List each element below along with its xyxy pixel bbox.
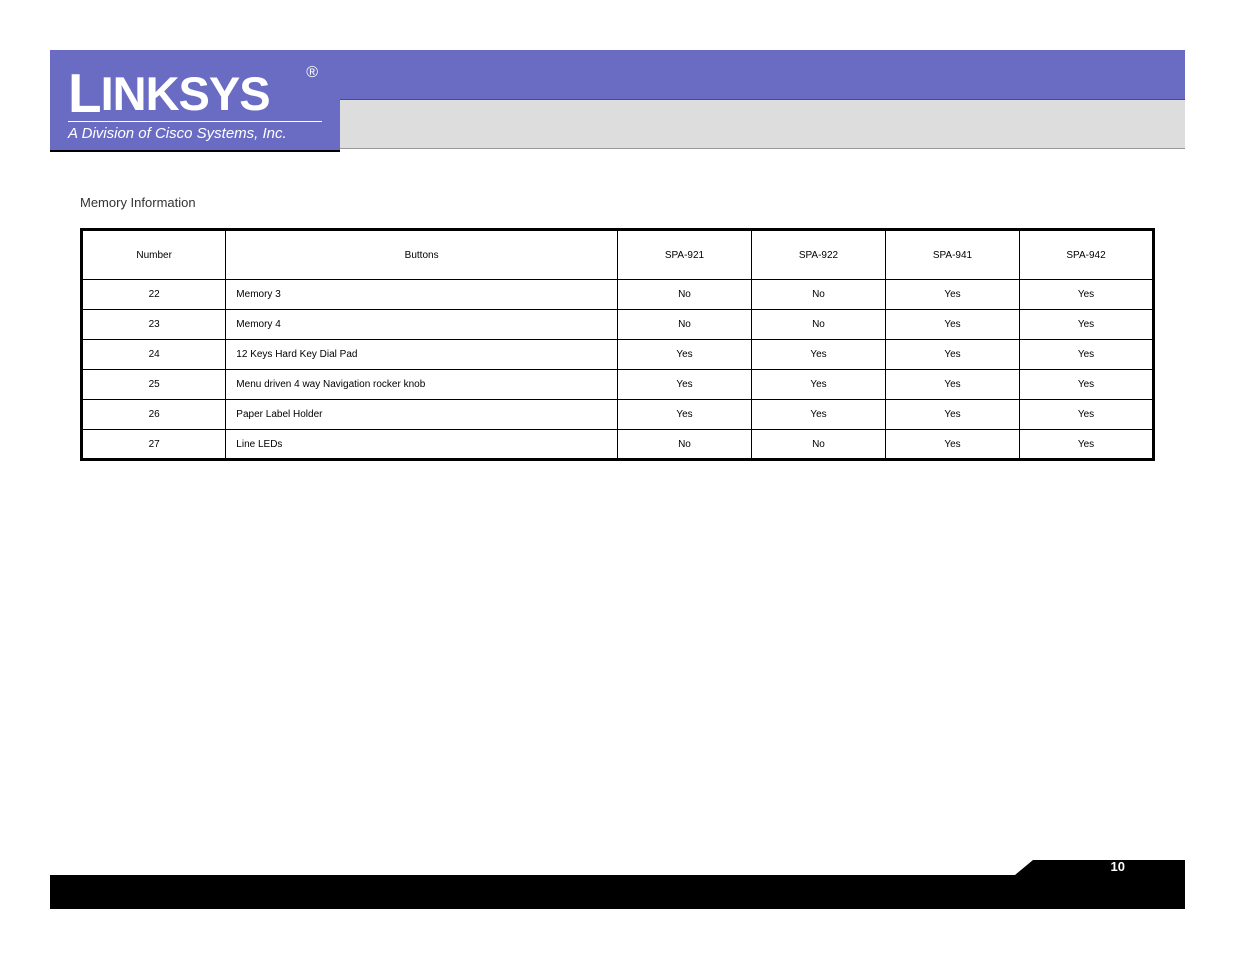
- header-gray-bar: [340, 100, 1185, 149]
- cell-spa921: Yes: [617, 340, 751, 370]
- cell-spa922: No: [751, 430, 885, 460]
- header-number: Number: [82, 230, 226, 280]
- cell-spa941: Yes: [885, 340, 1019, 370]
- registered-mark: ®: [306, 64, 318, 82]
- section-title: Memory Information: [80, 195, 1155, 210]
- cell-spa922: Yes: [751, 400, 885, 430]
- header-spa941: SPA-941: [885, 230, 1019, 280]
- logo-block: LINKSYS ® A Division of Cisco Systems, I…: [50, 50, 340, 150]
- cell-number: 23: [82, 310, 226, 340]
- cell-number: 24: [82, 340, 226, 370]
- cell-label: Line LEDs: [226, 430, 618, 460]
- cell-spa921: No: [617, 280, 751, 310]
- cell-spa942: Yes: [1019, 400, 1153, 430]
- cell-label: Menu driven 4 way Navigation rocker knob: [226, 370, 618, 400]
- cell-spa922: Yes: [751, 370, 885, 400]
- cell-spa922: Yes: [751, 340, 885, 370]
- cell-spa922: No: [751, 280, 885, 310]
- cell-number: 27: [82, 430, 226, 460]
- cell-spa941: Yes: [885, 280, 1019, 310]
- cell-number: 22: [82, 280, 226, 310]
- cell-label: Paper Label Holder: [226, 400, 618, 430]
- cell-spa942: Yes: [1019, 340, 1153, 370]
- table-row: 26 Paper Label Holder Yes Yes Yes Yes: [82, 400, 1154, 430]
- cell-spa941: Yes: [885, 370, 1019, 400]
- cell-number: 25: [82, 370, 226, 400]
- header-spa922: SPA-922: [751, 230, 885, 280]
- footer-bar: [50, 875, 1185, 909]
- cell-spa942: Yes: [1019, 280, 1153, 310]
- cell-spa941: Yes: [885, 430, 1019, 460]
- cell-spa941: Yes: [885, 400, 1019, 430]
- cell-label: 12 Keys Hard Key Dial Pad: [226, 340, 618, 370]
- footer-notch: 10: [1015, 860, 1185, 875]
- table-header-row: Number Buttons SPA-921 SPA-922 SPA-941 S…: [82, 230, 1154, 280]
- document-header: LINKSYS ® A Division of Cisco Systems, I…: [50, 50, 1185, 150]
- cell-label: Memory 3: [226, 280, 618, 310]
- table-row: 25 Menu driven 4 way Navigation rocker k…: [82, 370, 1154, 400]
- cell-spa942: Yes: [1019, 430, 1153, 460]
- page-number: 10: [1111, 859, 1125, 874]
- cell-label: Memory 4: [226, 310, 618, 340]
- cell-number: 26: [82, 400, 226, 430]
- cell-spa942: Yes: [1019, 310, 1153, 340]
- cell-spa922: No: [751, 310, 885, 340]
- cell-spa921: No: [617, 310, 751, 340]
- header-spa942: SPA-942: [1019, 230, 1153, 280]
- logo-divider: [68, 121, 322, 122]
- table-row: 27 Line LEDs No No Yes Yes: [82, 430, 1154, 460]
- header-spa921: SPA-921: [617, 230, 751, 280]
- table-row: 24 12 Keys Hard Key Dial Pad Yes Yes Yes…: [82, 340, 1154, 370]
- cell-spa921: Yes: [617, 370, 751, 400]
- header-right: [340, 50, 1185, 150]
- memory-info-table: Number Buttons SPA-921 SPA-922 SPA-941 S…: [80, 228, 1155, 461]
- table-row: 23 Memory 4 No No Yes Yes: [82, 310, 1154, 340]
- cell-spa921: No: [617, 430, 751, 460]
- footer: 10: [50, 875, 1185, 909]
- header-purple-bar: [340, 50, 1185, 100]
- table-row: 22 Memory 3 No No Yes Yes: [82, 280, 1154, 310]
- cell-spa942: Yes: [1019, 370, 1153, 400]
- logo-brand: LINKSYS: [68, 64, 322, 119]
- header-buttons: Buttons: [226, 230, 618, 280]
- logo-subtitle: A Division of Cisco Systems, Inc.: [68, 125, 322, 142]
- cell-spa921: Yes: [617, 400, 751, 430]
- cell-spa941: Yes: [885, 310, 1019, 340]
